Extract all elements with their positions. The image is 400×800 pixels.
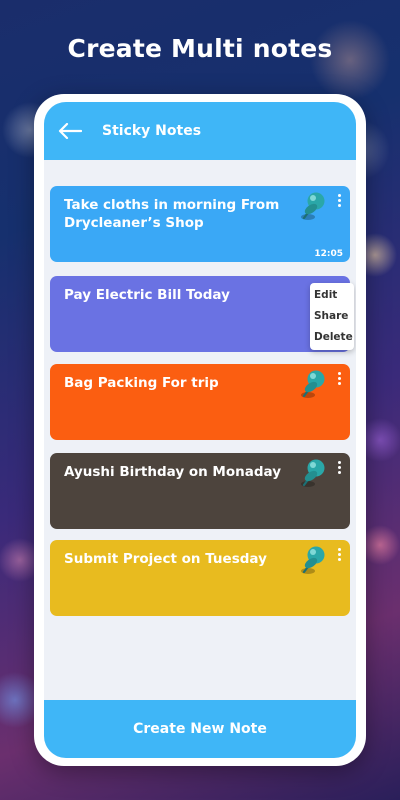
app-bar: Sticky Notes [44,102,356,160]
note-card[interactable]: Ayushi Birthday on Monaday [50,453,350,529]
app-title: Sticky Notes [102,123,202,139]
more-options-icon[interactable] [332,368,346,388]
note-text: Submit Project on Tuesday [64,551,267,567]
more-options-icon[interactable] [332,457,346,477]
note-text: Ayushi Birthday on Monaday [64,464,282,480]
menu-item-edit[interactable]: Edit [310,285,354,306]
app-screen: Sticky Notes Take cloths in morning From… [44,102,356,758]
note-card[interactable]: Pay Electric Bill Today Edit Share Delet… [50,276,354,352]
pushpin-icon [301,459,325,487]
note-text: Take cloths in morning From Drycleaner’s… [64,197,280,231]
menu-item-share[interactable]: Share [310,306,354,327]
pushpin-icon [301,192,325,220]
note-card[interactable]: Submit Project on Tuesday [50,540,350,616]
create-new-note-button[interactable]: Create New Note [44,700,356,758]
more-options-icon[interactable] [332,544,346,564]
menu-item-delete[interactable]: Delete [310,327,354,348]
note-text: Pay Electric Bill Today [64,287,230,303]
pushpin-icon [301,370,325,398]
more-options-icon[interactable] [332,190,346,210]
back-button[interactable] [50,111,90,151]
note-card[interactable]: Take cloths in morning From Drycleaner’s… [50,186,350,262]
note-card[interactable]: Bag Packing For trip [50,364,350,440]
headline: Create Multi notes [67,34,333,63]
note-context-menu: Edit Share Delete [310,283,354,350]
phone-frame: Sticky Notes Take cloths in morning From… [34,94,366,766]
arrow-left-icon [58,123,82,139]
pushpin-icon [301,546,325,574]
note-time: 12:05 [314,249,343,259]
note-text: Bag Packing For trip [64,375,219,391]
